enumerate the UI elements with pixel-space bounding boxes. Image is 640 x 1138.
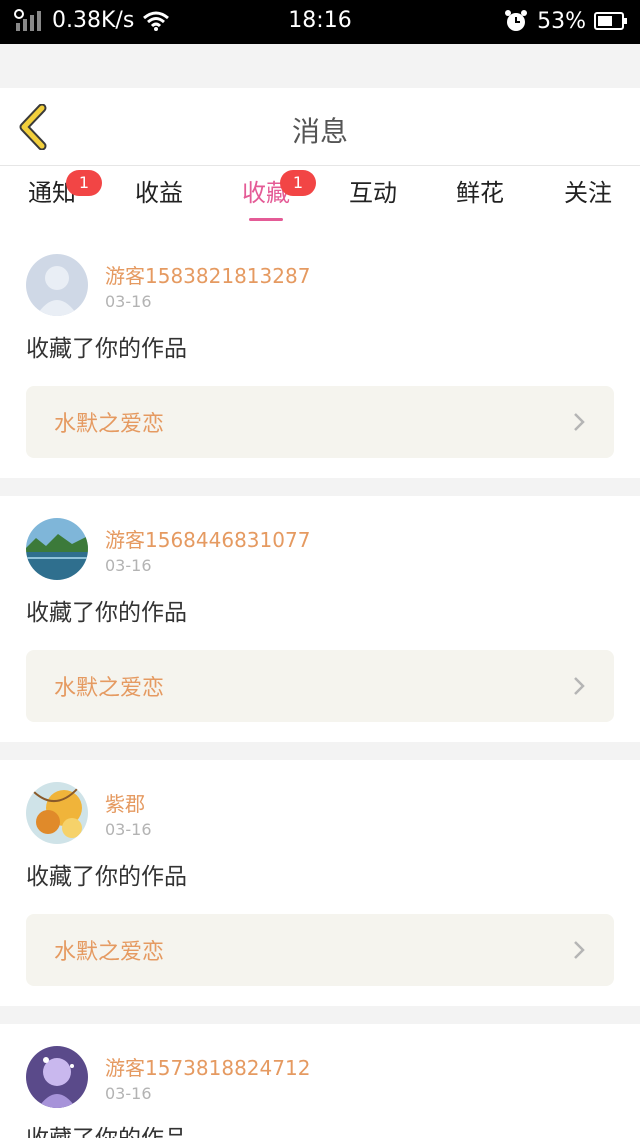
username[interactable]: 游客1573818824712	[105, 1052, 310, 1081]
tab-favorites[interactable]: 收藏 1	[230, 170, 316, 228]
work-link[interactable]: 水默之爱恋	[26, 386, 614, 458]
work-title: 水默之爱恋	[54, 412, 165, 437]
lake-landscape-avatar[interactable]	[26, 518, 88, 580]
card-header: 游客1568446831077 03-16	[26, 518, 614, 584]
feed-card: 游客1568446831077 03-16 收藏了你的作品 水默之爱恋	[0, 496, 640, 742]
feed-card: 游客1583821813287 03-16 收藏了你的作品 水默之爱恋	[0, 232, 640, 478]
username[interactable]: 游客1568446831077	[105, 524, 310, 553]
chevron-right-icon	[572, 676, 586, 696]
chevron-right-icon	[572, 940, 586, 960]
unread-badge: 1	[280, 170, 316, 196]
battery-percent: 53%	[537, 8, 586, 34]
card-header: 游客1573818824712 03-16	[26, 1046, 614, 1112]
timestamp: 03-16	[105, 820, 152, 839]
tab-label: 互动	[349, 179, 397, 207]
action-text: 收藏了你的作品	[26, 336, 187, 362]
timestamp: 03-16	[105, 292, 152, 311]
autumn-leaves-avatar[interactable]	[26, 782, 88, 844]
tab-notice[interactable]: 通知 1	[16, 170, 102, 228]
tab-label: 鲜花	[456, 179, 504, 207]
feed-card: 紫郡 03-16 收藏了你的作品 水默之爱恋	[0, 760, 640, 1006]
timestamp: 03-16	[105, 556, 152, 575]
header-spacer	[0, 44, 640, 88]
default-avatar-icon[interactable]	[26, 254, 88, 316]
work-title: 水默之爱恋	[54, 940, 165, 965]
chevron-right-icon	[572, 412, 586, 432]
favorites-feed: 游客1583821813287 03-16 收藏了你的作品 水默之爱恋 游客15…	[0, 232, 640, 1138]
tab-interaction[interactable]: 互动	[337, 176, 409, 228]
purple-anime-avatar[interactable]	[26, 1046, 88, 1108]
tab-flowers[interactable]: 鲜花	[444, 176, 516, 228]
work-link[interactable]: 水默之爱恋	[26, 914, 614, 986]
action-text: 收藏了你的作品	[26, 1122, 614, 1138]
tab-underline	[249, 218, 283, 221]
tab-earnings[interactable]: 收益	[123, 176, 195, 228]
feed-card: 游客1573818824712 03-16 收藏了你的作品	[0, 1024, 640, 1138]
timestamp: 03-16	[105, 1084, 152, 1103]
status-right: 53%	[503, 8, 628, 34]
alarm-icon	[503, 8, 529, 34]
unread-badge: 1	[66, 170, 102, 196]
status-bar: 0.38K/s 18:16 53%	[0, 0, 640, 44]
tab-label: 收益	[135, 179, 183, 207]
tab-label: 关注	[564, 179, 612, 207]
battery-icon	[594, 11, 628, 31]
message-tabs: 通知 1 收益 收藏 1 互动 鲜花 关注	[0, 166, 640, 232]
work-link[interactable]: 水默之爱恋	[26, 650, 614, 722]
action-text: 收藏了你的作品	[26, 600, 187, 626]
tab-follow[interactable]: 关注	[552, 176, 624, 228]
page-title: 消息	[291, 115, 348, 148]
card-header: 紫郡 03-16	[26, 782, 614, 848]
username[interactable]: 紫郡	[105, 788, 145, 817]
card-header: 游客1583821813287 03-16	[26, 254, 614, 320]
work-title: 水默之爱恋	[54, 676, 165, 701]
action-text: 收藏了你的作品	[26, 864, 187, 890]
username[interactable]: 游客1583821813287	[105, 260, 310, 289]
nav-header: 消息	[0, 88, 640, 166]
